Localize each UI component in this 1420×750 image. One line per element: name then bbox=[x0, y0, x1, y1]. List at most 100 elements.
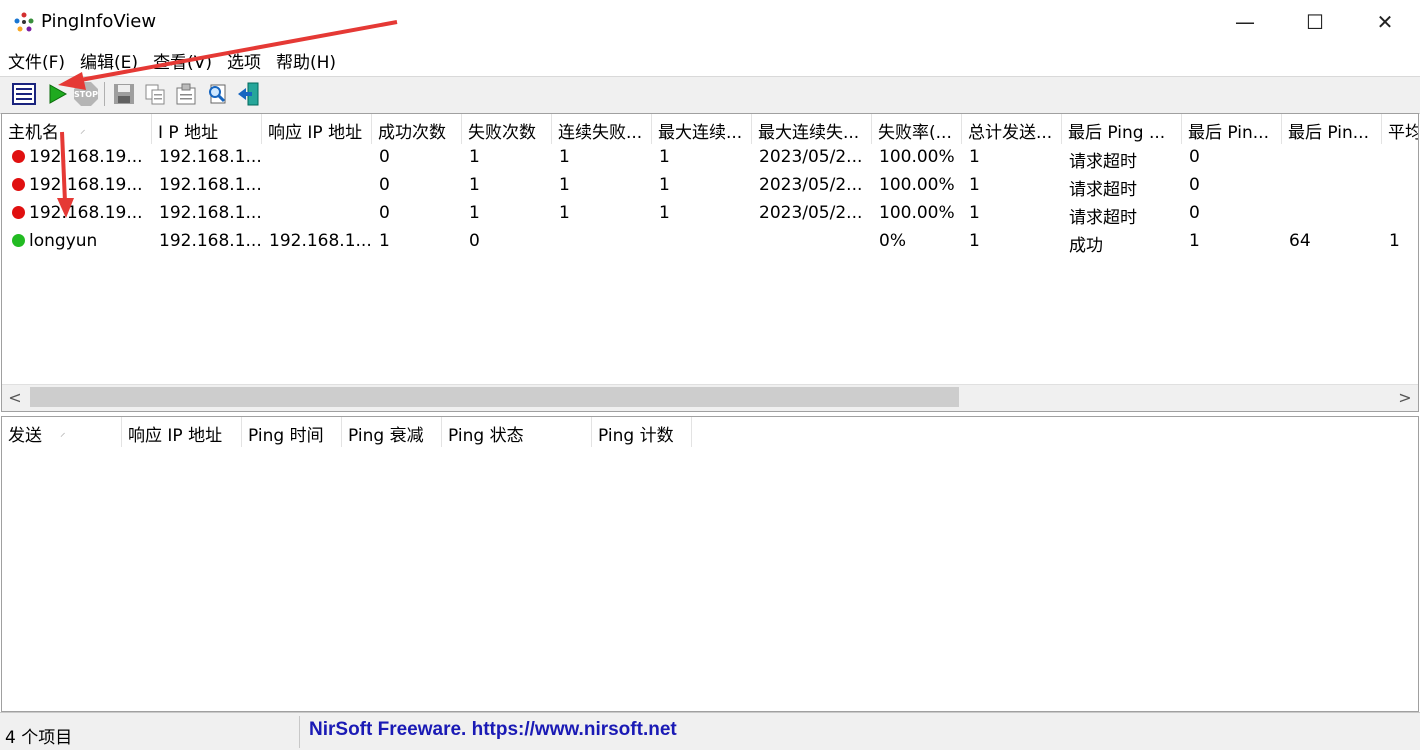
item-count: 4 个项目 bbox=[5, 728, 73, 748]
col-ping-time[interactable]: Ping 时间 bbox=[242, 417, 342, 447]
menu-view[interactable]: 查看(V) bbox=[145, 44, 219, 76]
col-ping-count[interactable]: Ping 计数 bbox=[592, 417, 692, 447]
table-cell: 192.168.1... bbox=[152, 144, 262, 172]
table-cell: 64 bbox=[1282, 228, 1382, 256]
cell-text: 1 bbox=[469, 203, 480, 223]
col-reply-ip[interactable]: 响应 IP 地址 bbox=[262, 114, 372, 144]
list-icon[interactable] bbox=[10, 80, 38, 108]
col-success-count[interactable]: 成功次数 bbox=[372, 114, 462, 144]
cell-text: 64 bbox=[1289, 231, 1311, 251]
exit-icon[interactable] bbox=[235, 80, 263, 108]
cell-text: 192.168.1... bbox=[159, 175, 262, 195]
svg-text:STOP: STOP bbox=[74, 90, 98, 99]
cell-text: 成功 bbox=[1069, 236, 1103, 256]
table-cell: 1 bbox=[552, 144, 652, 172]
copy-icon[interactable] bbox=[141, 80, 169, 108]
col-last-ping-status[interactable]: 最后 Ping ... bbox=[1062, 114, 1182, 144]
ping-details-list[interactable]: 发送 ⸝ 响应 IP 地址 Ping 时间 Ping 衰减 Ping 状态 Pin… bbox=[1, 416, 1419, 712]
properties-icon[interactable] bbox=[172, 80, 200, 108]
menu-options[interactable]: 选项 bbox=[219, 44, 268, 76]
cell-text: 0 bbox=[379, 147, 390, 167]
app-icon bbox=[14, 12, 34, 32]
table-cell bbox=[1282, 144, 1382, 172]
cell-text: 1 bbox=[659, 147, 670, 167]
col-max-consecutive-time[interactable]: 最大连续失... bbox=[752, 114, 872, 144]
scroll-right-button[interactable]: > bbox=[1394, 386, 1416, 408]
stop-icon[interactable]: STOP bbox=[72, 80, 100, 108]
nirsoft-link[interactable]: NirSoft Freeware. https://www.nirsoft.ne… bbox=[309, 719, 677, 741]
table-cell: 192.168.1... bbox=[152, 228, 262, 256]
cell-text: 100.00% bbox=[879, 203, 955, 223]
menu-help[interactable]: 帮助(H) bbox=[268, 44, 343, 76]
table-cell: 1 bbox=[962, 144, 1062, 172]
menu-edit[interactable]: 编辑(E) bbox=[72, 44, 145, 76]
cell-text: 0 bbox=[1189, 175, 1200, 195]
col-consecutive-failed[interactable]: 连续失败... bbox=[552, 114, 652, 144]
col-total-sent[interactable]: 总计发送... bbox=[962, 114, 1062, 144]
menu-bar: 文件(F) 编辑(E) 查看(V) 选项 帮助(H) bbox=[0, 44, 1420, 76]
table-cell: 2023/05/2... bbox=[752, 172, 872, 200]
table-row[interactable]: longyun 192.168.1... 192.168.1... 1 0 0% 1 成功 1 6… bbox=[2, 228, 1418, 256]
cell-text: 2023/05/2... bbox=[759, 175, 863, 195]
col-last-ping-ttl[interactable]: 最后 Pin... bbox=[1282, 114, 1382, 144]
col-ping-ttl[interactable]: Ping 衰减 bbox=[342, 417, 442, 447]
table-cell bbox=[1282, 172, 1382, 200]
table-cell: 1 bbox=[652, 144, 752, 172]
cell-text: 1 bbox=[659, 175, 670, 195]
close-button[interactable]: ✕ bbox=[1350, 0, 1420, 44]
table-cell bbox=[652, 228, 752, 256]
status-ok-icon bbox=[12, 234, 25, 247]
table-cell: 1 bbox=[462, 200, 552, 228]
cell-hostname: 192.168.19... bbox=[2, 144, 152, 172]
table-cell: 1 bbox=[652, 172, 752, 200]
table-cell: 请求超时 bbox=[1062, 200, 1182, 228]
cell-text: 0 bbox=[1189, 203, 1200, 223]
cell-text: 192.168.1... bbox=[159, 231, 262, 251]
table-cell: 0 bbox=[462, 228, 552, 256]
cell-hostname: longyun bbox=[2, 228, 152, 256]
scroll-thumb[interactable] bbox=[30, 387, 959, 407]
cell-text: longyun bbox=[29, 231, 98, 251]
cell-text: 1 bbox=[1189, 231, 1200, 251]
horizontal-scrollbar[interactable]: < > bbox=[2, 384, 1418, 411]
table-cell: 1 bbox=[962, 200, 1062, 228]
table-row[interactable]: 192.168.19... 192.168.1... 0 1 1 1 2023/05/2..… bbox=[2, 144, 1418, 172]
save-icon[interactable] bbox=[110, 80, 138, 108]
table-cell bbox=[262, 144, 372, 172]
cell-text: 0 bbox=[379, 203, 390, 223]
scroll-left-button[interactable]: < bbox=[4, 386, 26, 408]
col-sent[interactable]: 发送 ⸝ bbox=[2, 417, 122, 447]
col-hostname[interactable]: 主机名 ⸝ bbox=[2, 114, 152, 144]
ping-results-list[interactable]: 主机名 ⸝ I P 地址 响应 IP 地址 成功次数 失败次数 连续失败... 最… bbox=[1, 113, 1419, 412]
find-icon[interactable] bbox=[204, 80, 232, 108]
table-row[interactable]: 192.168.19... 192.168.1... 0 1 1 1 2023/05/2..… bbox=[2, 200, 1418, 228]
col-average[interactable]: 平均 bbox=[1382, 114, 1418, 144]
cell-text: 192.168.1... bbox=[159, 147, 262, 167]
minimize-button[interactable]: — bbox=[1210, 0, 1280, 44]
cell-text: 请求超时 bbox=[1069, 152, 1137, 172]
col-last-ping-time[interactable]: 最后 Pin... bbox=[1182, 114, 1282, 144]
details-header: 发送 ⸝ 响应 IP 地址 Ping 时间 Ping 衰减 Ping 状态 Pin… bbox=[2, 417, 692, 447]
table-cell: 1 bbox=[462, 172, 552, 200]
cell-text: 0% bbox=[879, 231, 906, 251]
cell-hostname: 192.168.19... bbox=[2, 172, 152, 200]
table-cell: 1 bbox=[462, 144, 552, 172]
col-failed-percent[interactable]: 失败率(... bbox=[872, 114, 962, 144]
col-reply-ip[interactable]: 响应 IP 地址 bbox=[122, 417, 242, 447]
table-cell bbox=[1382, 200, 1418, 228]
title-bar: PingInfoView — ☐ ✕ bbox=[0, 0, 1420, 44]
start-icon[interactable] bbox=[43, 80, 71, 108]
cell-text: 1 bbox=[969, 231, 980, 251]
table-row[interactable]: 192.168.19... 192.168.1... 0 1 1 1 2023/05/2..… bbox=[2, 172, 1418, 200]
cell-text: 请求超时 bbox=[1069, 180, 1137, 200]
cell-text: 2023/05/2... bbox=[759, 203, 863, 223]
maximize-button[interactable]: ☐ bbox=[1280, 0, 1350, 44]
col-max-consecutive[interactable]: 最大连续... bbox=[652, 114, 752, 144]
col-ping-status[interactable]: Ping 状态 bbox=[442, 417, 592, 447]
table-cell: 1 bbox=[1182, 228, 1282, 256]
table-cell: 100.00% bbox=[872, 200, 962, 228]
col-failed-count[interactable]: 失败次数 bbox=[462, 114, 552, 144]
cell-text: 1 bbox=[469, 175, 480, 195]
col-ip-address[interactable]: I P 地址 bbox=[152, 114, 262, 144]
menu-file[interactable]: 文件(F) bbox=[0, 44, 72, 76]
